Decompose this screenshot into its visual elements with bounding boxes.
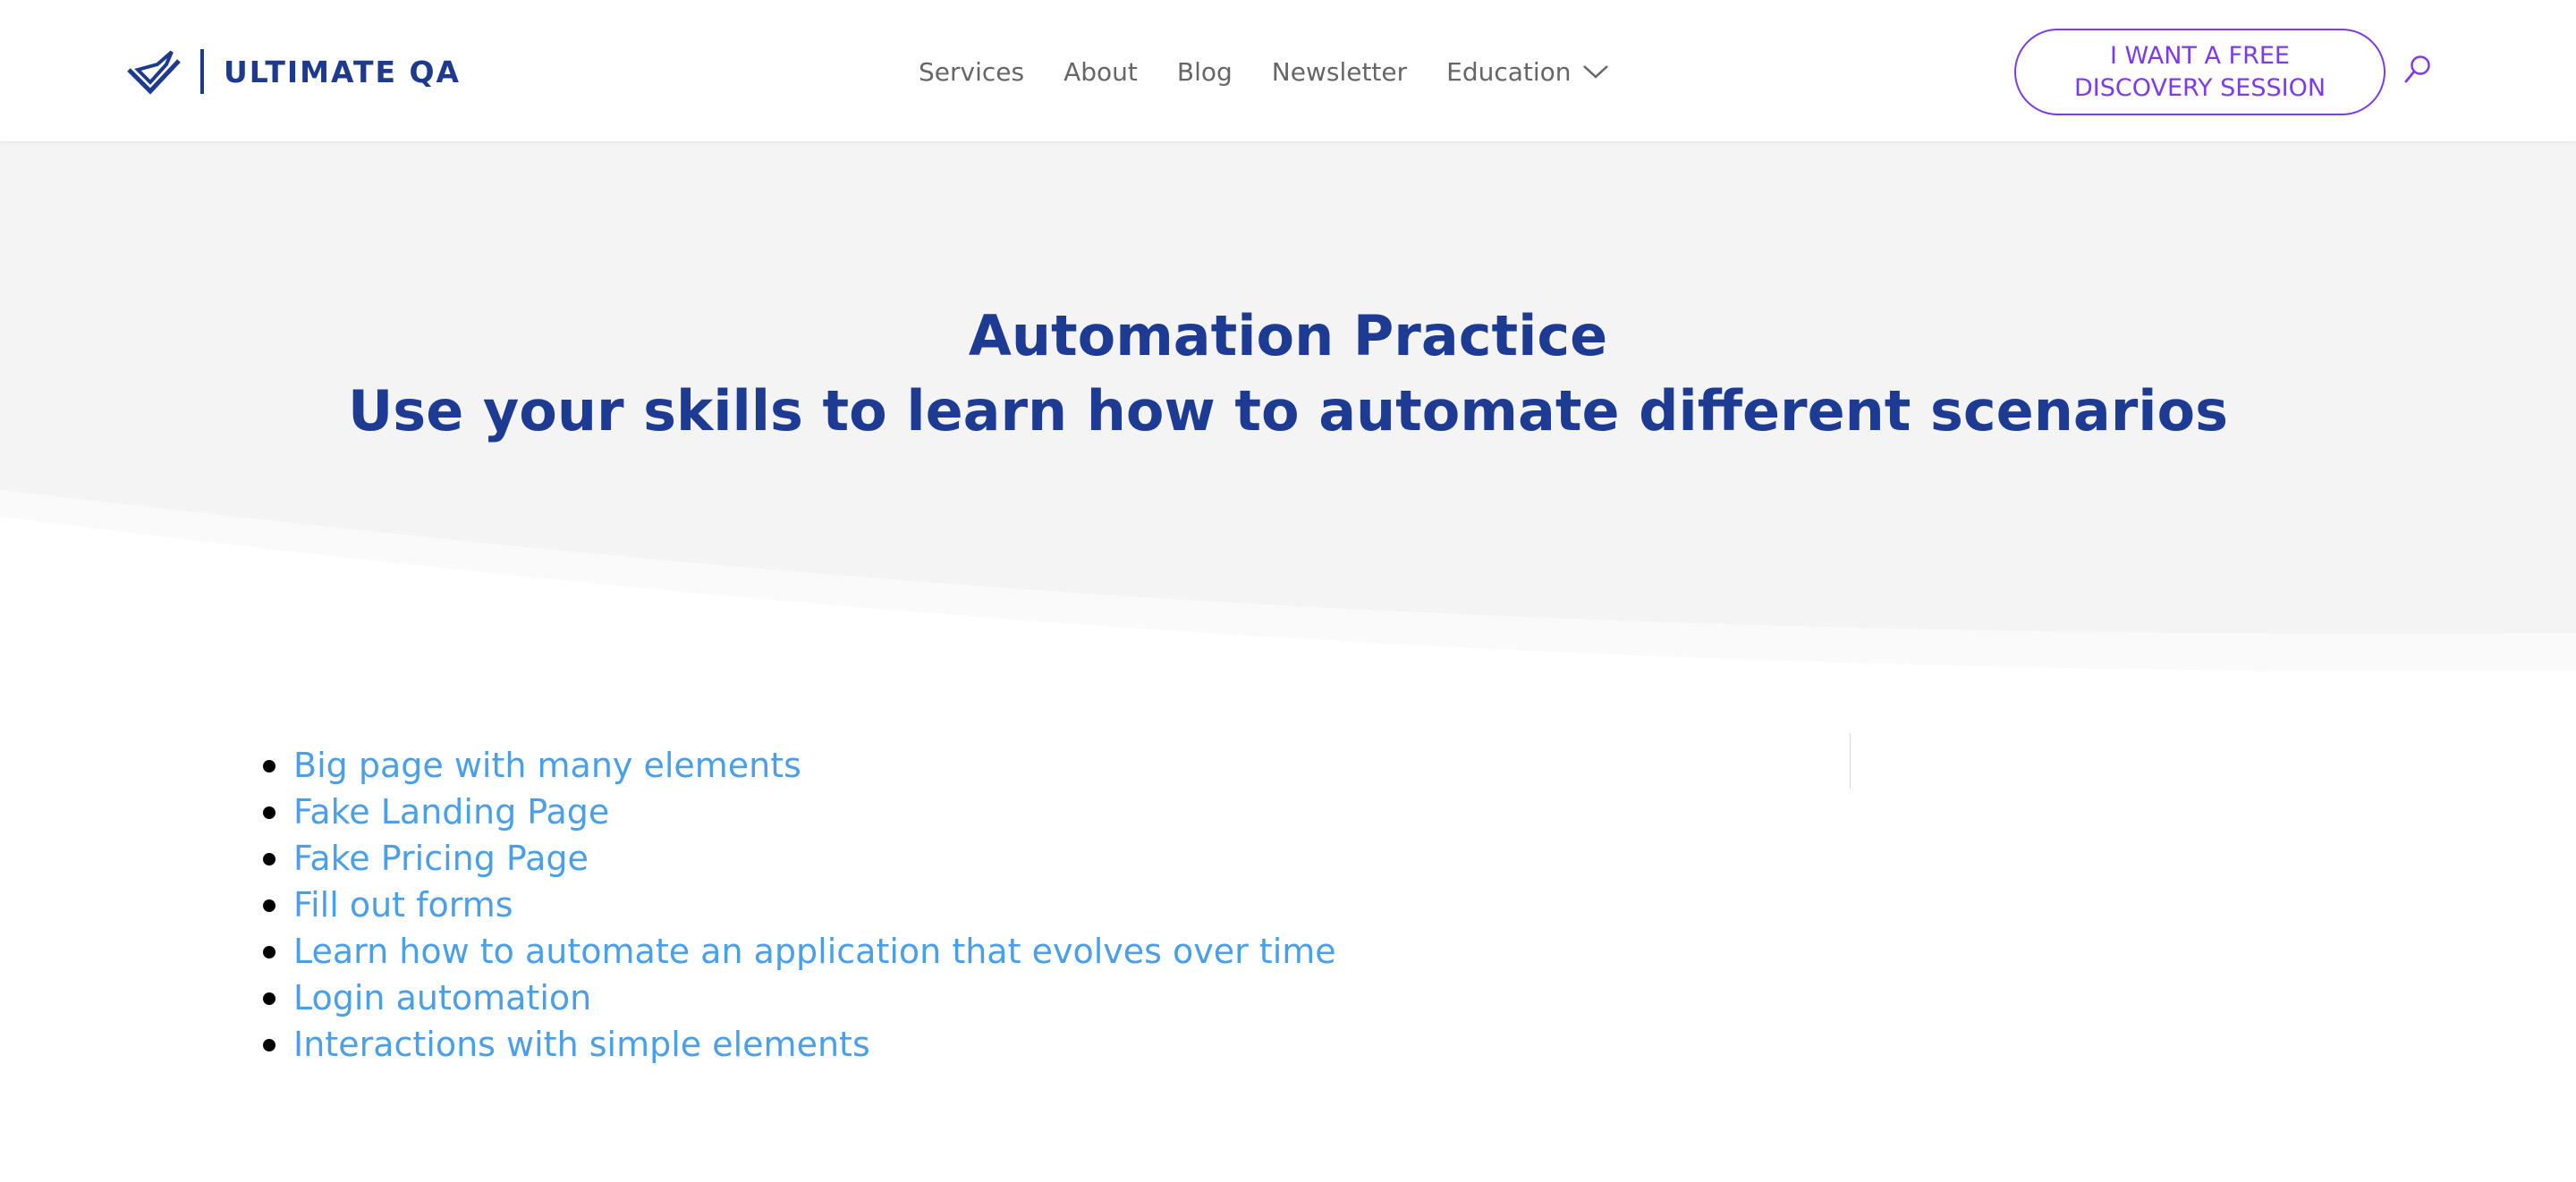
link-simple-elements[interactable]: Interactions with simple elements [293, 1025, 870, 1064]
hero-title: Automation Practice [968, 303, 1608, 368]
nav-item-label: Education [1446, 56, 1572, 87]
list-item: Login automation [263, 975, 1336, 1021]
nav-item-label: Blog [1176, 56, 1233, 87]
list-item: Fake Pricing Page [263, 835, 1336, 882]
search-icon[interactable] [2402, 54, 2433, 86]
list-item: Fill out forms [263, 882, 1336, 928]
list-item: Big page with many elements [263, 742, 1336, 789]
link-fake-landing-page[interactable]: Fake Landing Page [293, 792, 609, 832]
cta-label-line2: DISCOVERY SESSION [2073, 73, 2326, 102]
link-big-page[interactable]: Big page with many elements [293, 746, 801, 785]
nav-item-newsletter[interactable]: Newsletter [1272, 57, 1407, 87]
free-discovery-session-button[interactable]: I WANT A FREE DISCOVERY SESSION [2014, 29, 2385, 115]
hero-subtitle: Use your skills to learn how to automate… [347, 378, 2229, 443]
checkmark-logo-icon [127, 50, 181, 95]
nav-item-blog[interactable]: Blog [1177, 57, 1233, 87]
chevron-down-icon [1582, 65, 1608, 79]
main-nav: Services About Blog Newsletter Education [919, 52, 1609, 91]
cta-label: I WANT A FREE DISCOVERY SESSION [2074, 40, 2326, 105]
list-item: Fake Landing Page [263, 789, 1336, 835]
cta-label-line1: I WANT A FREE [2110, 41, 2290, 70]
link-fill-out-forms[interactable]: Fill out forms [293, 885, 513, 924]
nav-item-education[interactable]: Education [1446, 57, 1608, 87]
link-evolving-application[interactable]: Learn how to automate an application tha… [293, 932, 1336, 971]
site-header: ULTIMATE QA Services About Blog Newslett… [0, 0, 2576, 141]
column-divider [1850, 733, 1851, 789]
nav-item-about[interactable]: About [1063, 57, 1138, 87]
link-login-automation[interactable]: Login automation [293, 978, 591, 1017]
link-fake-pricing-page[interactable]: Fake Pricing Page [293, 839, 589, 878]
nav-item-services[interactable]: Services [919, 57, 1024, 87]
logo-divider [200, 49, 204, 94]
list-item: Interactions with simple elements [263, 1021, 1336, 1068]
logo-text: ULTIMATE QA [224, 54, 462, 89]
nav-item-label: About [1063, 56, 1138, 87]
list-item: Learn how to automate an application tha… [263, 928, 1336, 975]
nav-item-label: Newsletter [1271, 56, 1408, 87]
hero-section: Automation Practice Use your skills to l… [0, 141, 2576, 678]
practice-links-list: Big page with many elements Fake Landing… [263, 742, 1336, 1068]
page-title: Automation Practice Use your skills to l… [0, 299, 2576, 449]
nav-item-label: Services [919, 56, 1025, 87]
site-logo[interactable]: ULTIMATE QA [125, 45, 461, 98]
